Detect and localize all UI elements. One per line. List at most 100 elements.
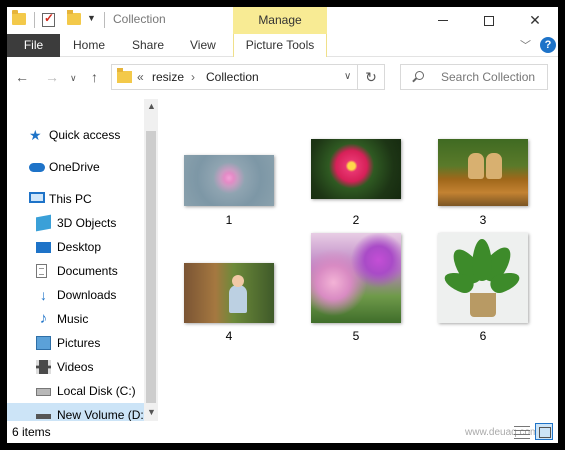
scroll-down-icon[interactable]: ▼ [147,407,156,417]
tab-picture-tools[interactable]: Picture Tools [233,34,327,57]
recent-locations-icon[interactable]: ∨ [70,73,77,84]
nav-scrollbar[interactable]: ▲ ▼ [144,99,158,421]
sidebar-item-label: Downloads [57,288,117,302]
file-name: 6 [479,329,487,343]
title-bar: ✓ ▼ Collection Manage ✕ [7,7,558,34]
sidebar-item-downloads[interactable]: ↓ Downloads [7,283,144,307]
back-arrow-icon[interactable]: ← [15,69,29,85]
chevron-down-icon[interactable]: ∨ [344,71,351,82]
forward-arrow-icon[interactable]: → [45,69,59,85]
breadcrumb-separator[interactable]: › [191,70,195,84]
breadcrumb-resize[interactable]: resize [152,70,184,84]
sidebar-item-this-pc[interactable]: This PC [7,187,144,211]
maximize-button[interactable] [466,7,512,34]
file-item[interactable]: 5 [311,233,401,343]
sidebar-item-label: 3D Objects [57,216,117,230]
thumbnail-image [438,233,528,323]
sidebar-item-pictures[interactable]: Pictures [7,331,144,355]
explorer-window: ✓ ▼ Collection Manage ✕ File Home Share … [7,7,558,443]
sidebar-item-documents[interactable]: Documents [7,259,144,283]
document-icon [36,264,47,278]
desktop-icon [36,242,51,253]
file-item[interactable]: 3 [438,139,528,229]
child-shape [229,275,247,313]
navigation-pane: ★ Quick access OneDrive This PC 3D Objec… [7,99,158,427]
breadcrumb-collection[interactable]: Collection [206,70,259,84]
sidebar-item-label: Documents [57,264,118,278]
sidebar-item-onedrive[interactable]: OneDrive [7,155,144,179]
toolbar-divider [104,12,105,28]
music-icon: ♪ [39,310,48,327]
help-icon[interactable]: ? [540,37,556,53]
sidebar-item-label: OneDrive [49,160,100,174]
minimize-button[interactable] [420,7,466,34]
sidebar-item-videos[interactable]: Videos [7,355,144,379]
file-name: 1 [225,213,233,227]
sidebar-item-local-disk[interactable]: Local Disk (C:) [7,379,144,403]
properties-icon[interactable]: ✓ [42,11,55,27]
tab-file[interactable]: File [7,34,60,57]
thumbnail-image [311,139,401,199]
refresh-button[interactable]: ↻ [358,64,385,90]
tab-manage[interactable]: Manage [233,7,327,34]
file-name: 4 [225,329,233,343]
cube-icon [36,214,51,232]
large-icons-view-icon[interactable] [535,423,553,440]
sidebar-item-label: Music [57,312,89,326]
sidebar-item-label: This PC [49,192,92,206]
drive-icon [36,414,51,419]
dog-shape [486,153,502,179]
file-item[interactable]: 1 [184,149,274,229]
dog-shape [468,153,484,179]
details-view-icon[interactable] [514,424,530,439]
thumbnail-image [438,139,528,206]
address-bar[interactable]: « resize › Collection ∨ [111,64,358,90]
sidebar-item-desktop[interactable]: Desktop [7,235,144,259]
thumbnail-image [184,263,274,323]
customize-toolbar-icon[interactable]: ▼ [87,13,96,31]
tab-view[interactable]: View [190,34,216,57]
file-item[interactable]: 2 [311,139,401,229]
search-icon [415,71,424,80]
computer-icon [29,192,45,203]
folder-icon [117,68,132,83]
thumbnail-image [184,155,274,206]
address-overflow[interactable]: « [137,70,144,84]
file-name: 2 [352,213,360,227]
window-title: Collection [113,12,166,26]
sidebar-item-label: Quick access [49,128,121,142]
tab-share[interactable]: Share [132,34,164,57]
sidebar-item-label: Local Disk (C:) [57,384,136,398]
file-item[interactable]: 6 [438,233,528,343]
folder-icon[interactable] [12,10,26,25]
file-list: 1 2 3 4 5 6 [158,99,558,421]
pot-shape [470,293,496,317]
thumbnail-image [311,233,401,323]
new-folder-icon[interactable] [67,10,81,25]
download-icon: ↓ [40,287,47,303]
sidebar-item-label: Pictures [57,336,101,350]
file-item[interactable]: 4 [184,263,274,343]
up-arrow-icon[interactable]: ↑ [91,69,98,85]
minimize-icon [438,20,448,22]
maximize-icon [484,15,494,26]
star-icon: ★ [29,127,42,143]
search-box[interactable]: Search Collection [400,64,548,90]
navigation-bar: ← → ∨ ↑ « resize › Collection ∨ ↻ Search… [7,57,558,99]
close-button[interactable]: ✕ [512,7,558,34]
expand-ribbon-icon[interactable]: ﹀ [520,37,531,53]
toolbar-divider [34,12,35,28]
scroll-up-icon[interactable]: ▲ [147,101,156,111]
cloud-icon [29,163,45,172]
tab-home[interactable]: Home [73,34,105,57]
sidebar-item-3d-objects[interactable]: 3D Objects [7,211,144,235]
search-input[interactable]: Search Collection [441,70,535,84]
sidebar-item-music[interactable]: ♪ Music [7,307,144,331]
disk-icon [36,388,51,396]
leaf-shape [472,239,492,281]
status-bar: 6 items www.deuaq.com [7,421,558,443]
file-name: 5 [352,329,360,343]
sidebar-item-quick-access[interactable]: ★ Quick access [7,123,144,147]
item-count: 6 items [12,425,51,439]
scroll-thumb[interactable] [146,131,156,403]
